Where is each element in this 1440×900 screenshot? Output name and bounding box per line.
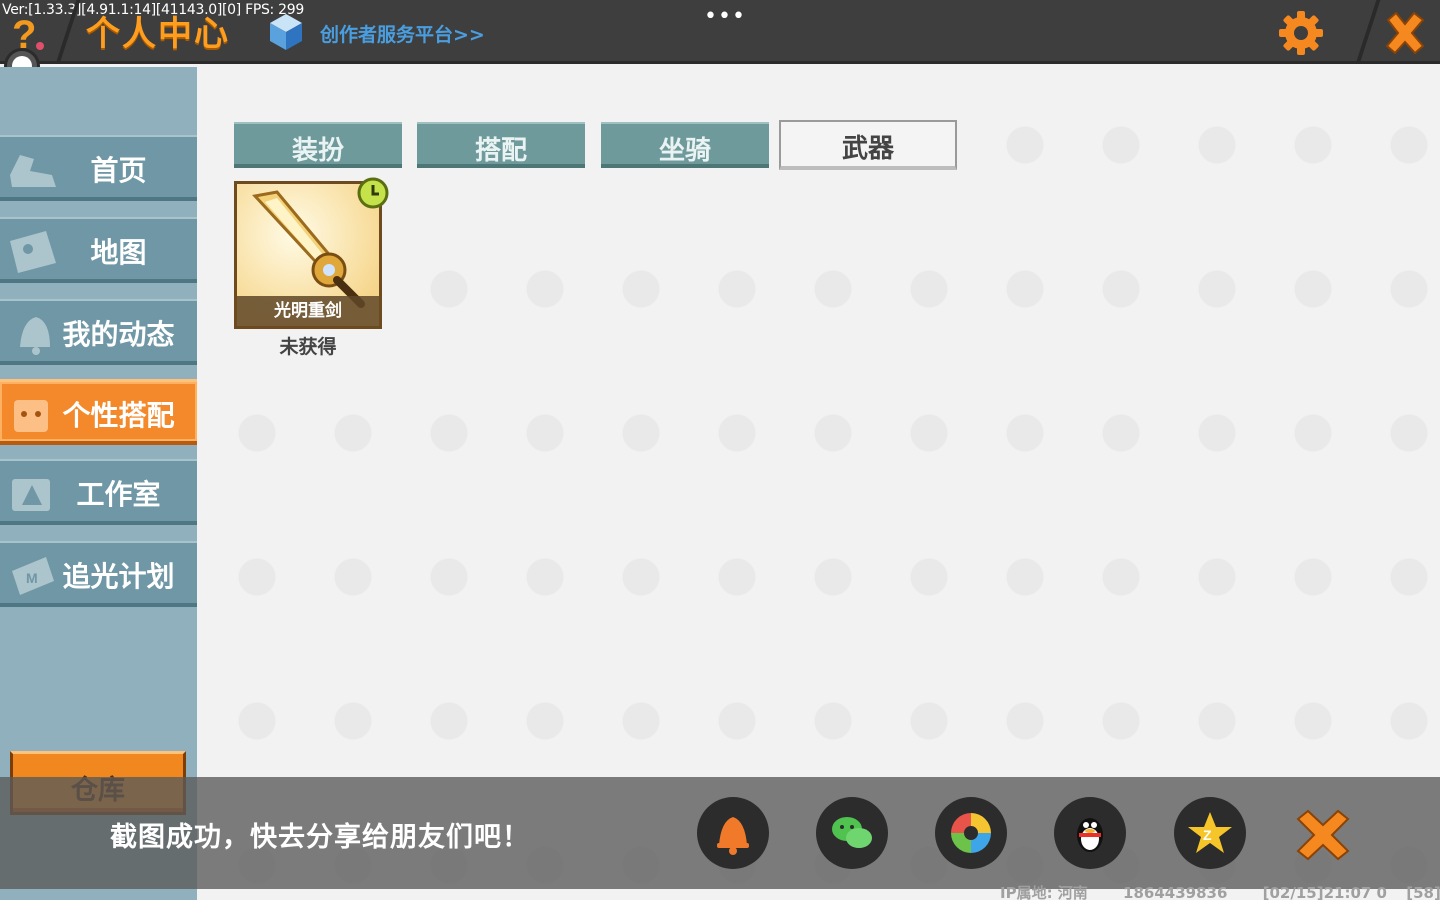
share-overlay: 截图成功，快去分享给朋友们吧！ Z [0, 777, 1440, 889]
item-name: 光明重剑 [237, 296, 379, 326]
tab-weapon[interactable]: 武器 [779, 120, 957, 170]
tab-label: 装扮 [291, 136, 344, 166]
page-title: 个人中心 [86, 14, 230, 54]
sidebar-item-outfit[interactable]: 个性搭配 [0, 379, 197, 445]
sidebar-item-label: 地图 [90, 236, 147, 269]
sidebar-item-home[interactable]: 首页 [0, 135, 197, 201]
ip-location: IP属地: 河南 [1000, 884, 1088, 900]
share-qzone-button[interactable]: Z [1174, 797, 1246, 869]
gear-icon[interactable] [1276, 8, 1326, 58]
creator-platform-link[interactable]: 创作者服务平台>> [320, 20, 485, 47]
sidebar-item-feed[interactable]: 我的动态 [0, 299, 197, 365]
sidebar-item-label: 个性搭配 [62, 399, 175, 432]
share-message: 截图成功，快去分享给朋友们吧！ [110, 822, 530, 853]
tab-outfit[interactable]: 搭配 [417, 122, 585, 168]
top-bar: ? Ver:[1.33.3][4.91.1:14][41143.0][0] FP… [0, 0, 1440, 64]
close-share-icon[interactable] [1290, 807, 1356, 863]
share-moments-button[interactable] [935, 797, 1007, 869]
clock-icon [357, 177, 389, 209]
footer-info: IP属地: 河南 1864439836 [02/15]21:07 0 [58]1… [1000, 882, 1440, 900]
tab-label: 武器 [841, 134, 894, 164]
camera-shutter-icon [951, 813, 991, 853]
item-status: 未获得 [279, 336, 337, 358]
share-notify-button[interactable] [697, 797, 769, 869]
sidebar-item-label: 追光计划 [62, 560, 175, 593]
build-info: [58]1.33.3 [1406, 884, 1440, 900]
tab-label: 搭配 [474, 136, 527, 166]
more-icon[interactable]: ••• [704, 4, 746, 29]
cube-icon [270, 14, 302, 50]
sidebar-item-label: 首页 [90, 154, 147, 187]
close-icon[interactable] [1380, 8, 1430, 58]
wechat-icon [832, 817, 872, 848]
sidebar-item-light-plan[interactable]: M 追光计划 [0, 541, 197, 607]
sidebar-item-label: 我的动态 [62, 318, 175, 351]
sidebar-item-map[interactable]: 地图 [0, 217, 197, 283]
timestamp: [02/15]21:07 0 [1262, 884, 1387, 900]
qzone-star-icon: Z [1188, 812, 1232, 853]
sidebar-item-studio[interactable]: 工作室 [0, 459, 197, 525]
sidebar-item-label: 工作室 [76, 478, 161, 511]
user-id: 1864439836 [1123, 884, 1228, 900]
tab-costume[interactable]: 装扮 [234, 122, 402, 168]
svg-text:Z: Z [1203, 827, 1212, 843]
bell-icon [717, 817, 749, 855]
tab-mount[interactable]: 坐骑 [601, 122, 769, 168]
share-wechat-button[interactable] [816, 797, 888, 869]
divider [1355, 0, 1381, 64]
tab-label: 坐骑 [658, 136, 711, 166]
share-qq-button[interactable] [1054, 797, 1126, 869]
qq-penguin-icon [1077, 818, 1103, 852]
